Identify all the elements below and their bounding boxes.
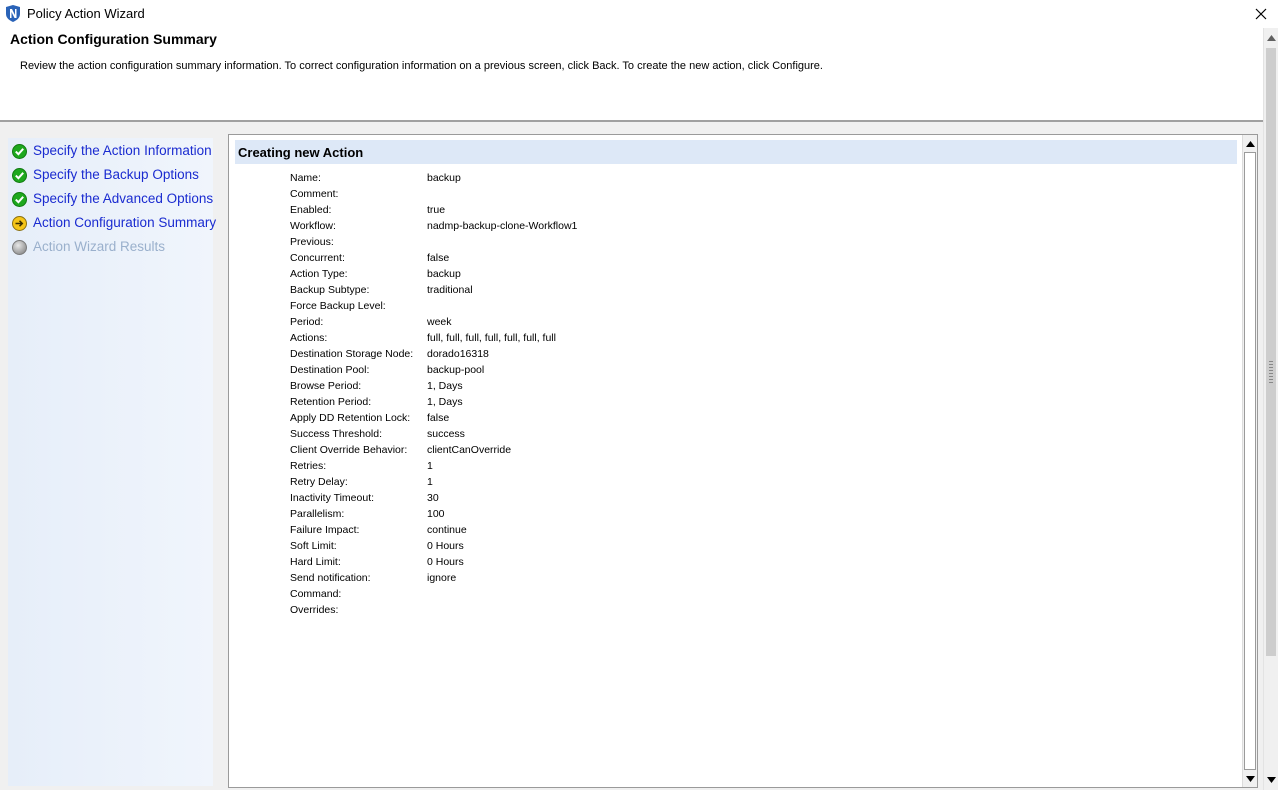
summary-row-label: Comment:: [290, 188, 339, 200]
summary-row-label: Soft Limit:: [290, 540, 337, 552]
summary-scroll-thumb[interactable]: [1244, 152, 1256, 770]
step-label: Specify the Backup Options: [33, 167, 199, 182]
summary-row-value: 30: [427, 492, 439, 504]
scroll-up-arrow[interactable]: [1264, 29, 1278, 46]
arrow-current-icon: [12, 216, 27, 231]
wizard-steps-panel: Specify the Action Information Specify t…: [8, 138, 216, 786]
summary-row-value: success: [427, 428, 465, 440]
scroll-grip-icon: [1269, 361, 1273, 383]
check-complete-icon: [12, 192, 27, 207]
summary-row-value: clientCanOverride: [427, 444, 512, 456]
summary-row-value: continue: [427, 524, 467, 536]
summary-row-label: Failure Impact:: [290, 524, 360, 536]
step-wizard-results: Action Wizard Results: [10, 236, 210, 258]
summary-row-label: Retry Delay:: [290, 476, 348, 488]
summary-row-value: full, full, full, full, full, full, full: [427, 332, 556, 344]
summary-row-value: dorado16318: [427, 348, 489, 360]
step-backup-options[interactable]: Specify the Backup Options: [10, 164, 210, 186]
summary-row-label: Period:: [290, 316, 324, 328]
summary-row-label: Client Override Behavior:: [290, 444, 408, 456]
summary-row-label: Enabled:: [290, 204, 332, 216]
summary-row-value: 1: [427, 476, 433, 488]
step-label: Action Configuration Summary: [33, 215, 217, 230]
summary-row-value: 1, Days: [427, 380, 463, 392]
scroll-down-arrow[interactable]: [1264, 771, 1278, 788]
summary-row-value: 100: [427, 508, 445, 520]
summary-scroll-down-arrow[interactable]: [1243, 771, 1257, 787]
scroll-thumb[interactable]: [1266, 48, 1276, 656]
summary-row-label: Overrides:: [290, 604, 339, 616]
summary-row-label: Inactivity Timeout:: [290, 492, 375, 504]
summary-row-value: 0 Hours: [427, 540, 464, 552]
step-label: Specify the Action Information: [33, 143, 212, 158]
summary-row-label: Name:: [290, 172, 321, 184]
triangle-up-icon: [1266, 34, 1276, 41]
summary-row-label: Parallelism:: [290, 508, 345, 520]
summary-row-label: Actions:: [290, 332, 328, 344]
close-icon: [1255, 8, 1267, 20]
close-button[interactable]: [1244, 0, 1278, 28]
summary-row-label: Hard Limit:: [290, 556, 341, 568]
summary-row-label: Force Backup Level:: [290, 300, 386, 312]
step-label: Action Wizard Results: [33, 239, 166, 254]
summary-row-label: Destination Storage Node:: [290, 348, 414, 360]
summary-row-label: Send notification:: [290, 572, 371, 584]
summary-row-value: nadmp-backup-clone-Workflow1: [427, 220, 578, 232]
window-title: Policy Action Wizard: [27, 6, 145, 21]
triangle-down-icon: [1266, 776, 1276, 783]
summary-scroll-up-arrow[interactable]: [1243, 136, 1257, 152]
summary-heading-band: Creating new Action: [235, 140, 1237, 164]
step-label: Specify the Advanced Options: [33, 191, 214, 206]
triangle-down-icon: [1245, 776, 1255, 782]
summary-row-label: Apply DD Retention Lock:: [290, 412, 411, 424]
summary-row-label: Previous:: [290, 236, 334, 248]
pending-circle-icon: [12, 240, 27, 255]
step-configuration-summary[interactable]: Action Configuration Summary: [10, 212, 216, 234]
summary-scrollbar[interactable]: [1242, 135, 1257, 787]
page-title: Action Configuration Summary: [10, 31, 217, 47]
summary-row-value: backup-pool: [427, 364, 485, 376]
step-action-information[interactable]: Specify the Action Information: [10, 140, 212, 162]
triangle-up-icon: [1245, 141, 1255, 147]
summary-heading: Creating new Action: [238, 145, 364, 160]
check-complete-icon: [12, 144, 27, 159]
summary-row-value: backup: [427, 172, 461, 184]
summary-row-label: Success Threshold:: [290, 428, 383, 440]
page-description: Review the action configuration summary …: [20, 60, 823, 72]
summary-row-value: true: [427, 204, 446, 216]
summary-row-label: Command:: [290, 588, 342, 600]
summary-row-label: Workflow:: [290, 220, 336, 232]
summary-row-label: Retries:: [290, 460, 327, 472]
summary-row-label: Action Type:: [290, 268, 348, 280]
summary-row-value: ignore: [427, 572, 457, 584]
summary-row-value: backup: [427, 268, 461, 280]
summary-row-label: Destination Pool:: [290, 364, 370, 376]
summary-row-value: traditional: [427, 284, 473, 296]
networker-n-logo-icon: [6, 5, 20, 22]
summary-panel: Creating new Action Name: backup Comment: E…: [228, 134, 1258, 788]
summary-row-value: 1, Days: [427, 396, 463, 408]
summary-row-label: Concurrent:: [290, 252, 345, 264]
check-complete-icon: [12, 168, 27, 183]
title-bar: Policy Action Wizard: [0, 0, 1278, 28]
summary-row-label: Backup Subtype:: [290, 284, 370, 296]
summary-row-value: week: [427, 316, 452, 328]
summary-row-value: false: [427, 252, 450, 264]
summary-row-label: Retention Period:: [290, 396, 372, 408]
summary-row-label: Browse Period:: [290, 380, 362, 392]
summary-row-value: false: [427, 412, 450, 424]
summary-row-value: 0 Hours: [427, 556, 464, 568]
summary-row-value: 1: [427, 460, 433, 472]
step-advanced-options[interactable]: Specify the Advanced Options: [10, 188, 214, 210]
wizard-header: Action Configuration Summary Review the …: [0, 28, 1263, 120]
window-scrollbar[interactable]: [1263, 28, 1278, 790]
